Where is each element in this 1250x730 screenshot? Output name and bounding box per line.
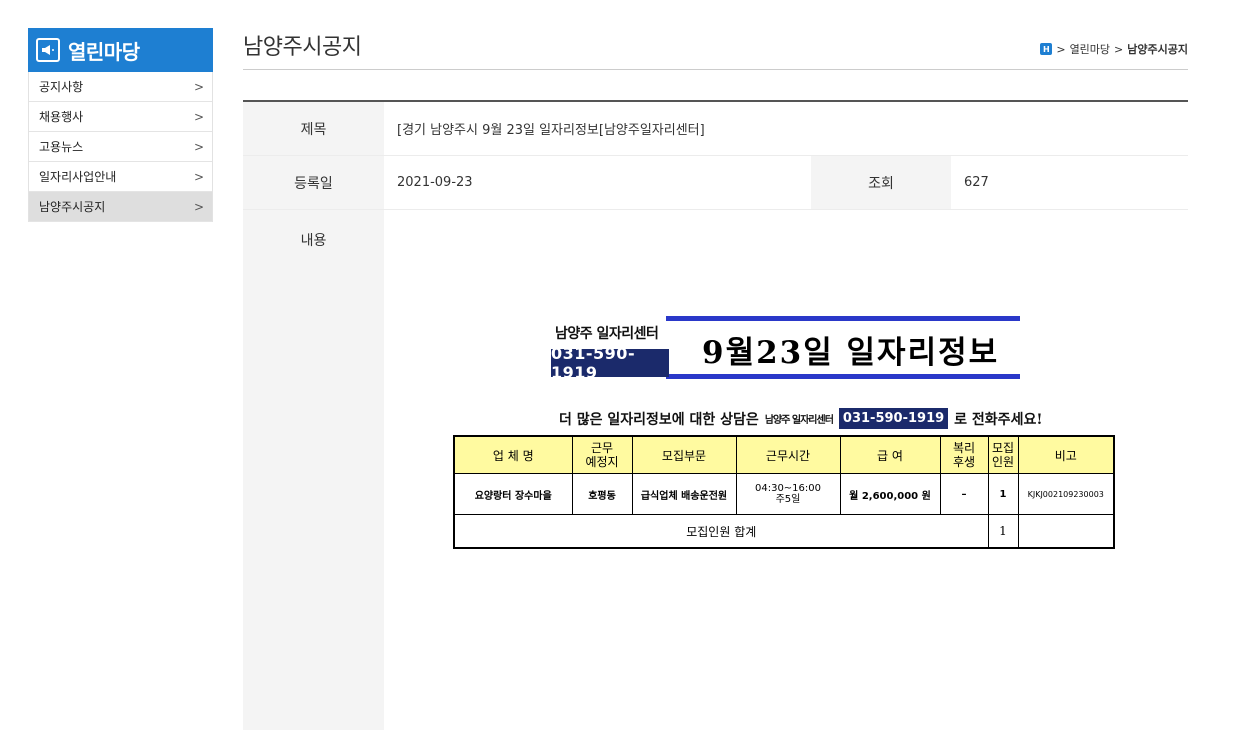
content-row: 내용 남양주 일자리센터 031-590-1919 9월23일 일자리정보 더 … xyxy=(243,210,1188,730)
table-cell: 호평동 xyxy=(571,473,633,515)
table-cell: – xyxy=(939,473,989,515)
sidebar-title: 열린마당 xyxy=(68,39,140,64)
sidebar-item-job-programs[interactable]: 일자리사업안내 > xyxy=(29,162,212,192)
content-label: 내용 xyxy=(243,210,384,730)
views-label: 조회 xyxy=(811,156,951,209)
table-cell xyxy=(1017,514,1115,549)
content-body: 남양주 일자리센터 031-590-1919 9월23일 일자리정보 더 많은 … xyxy=(384,210,1188,730)
table-cell: 1 xyxy=(987,473,1019,515)
poster-title: 9월23일 일자리정보 xyxy=(702,335,1000,371)
col-header: 비고 xyxy=(1017,435,1115,474)
subject-value: [경기 남양주시 9월 23일 일자리정보[남양주일자리센터] xyxy=(397,123,705,138)
poster-org: 남양주 일자리센터 xyxy=(555,326,659,342)
sidebar-item-notice[interactable]: 공지사항 > xyxy=(29,72,212,102)
chevron-right-icon: > xyxy=(193,169,204,184)
breadcrumb: H > 열린마당 > 남양주시공지 xyxy=(1040,41,1188,57)
col-header: 복리 후생 xyxy=(939,435,989,474)
table-total-row: 모집인원 합계 1 xyxy=(453,514,1115,549)
sidebar-item-label: 공지사항 xyxy=(39,80,84,94)
col-header: 모집 인원 xyxy=(987,435,1019,474)
table-header-row: 업 체 명 근무 예정지 모집부문 근무시간 급 여 복리 후생 모집 인원 비… xyxy=(453,435,1115,474)
col-header: 업 체 명 xyxy=(453,435,573,474)
poster-bottom-line xyxy=(666,374,1020,379)
job-poster-image: 남양주 일자리센터 031-590-1919 9월23일 일자리정보 더 많은 … xyxy=(384,210,1188,670)
total-label: 모집인원 합계 xyxy=(453,514,989,549)
sidebar-header: 열린마당 xyxy=(28,28,213,72)
divider xyxy=(243,69,1188,70)
jobs-table: 업 체 명 근무 예정지 모집부문 근무시간 급 여 복리 후생 모집 인원 비… xyxy=(453,435,1115,549)
sidebar-item-namyangju-notice[interactable]: 남양주시공지 > xyxy=(29,192,212,222)
chevron-right-icon: > xyxy=(193,109,204,124)
table-cell: 04:30~16:00 주5일 xyxy=(735,473,841,515)
breadcrumb-item[interactable]: 열린마당 xyxy=(1070,41,1110,57)
sidebar-item-label: 일자리사업안내 xyxy=(39,170,117,184)
poster-phone: 031-590-1919 xyxy=(551,344,669,382)
views-value: 627 xyxy=(964,175,989,190)
sidebar-item-label: 남양주시공지 xyxy=(39,200,106,214)
date-value: 2021-09-23 xyxy=(397,175,473,190)
subject-label: 제목 xyxy=(243,102,384,155)
home-icon[interactable]: H xyxy=(1040,43,1053,55)
table-row: 요양랑터 장수마을 호평동 급식업체 배송운전원 04:30~16:00 주5일… xyxy=(453,473,1115,515)
poster-cta: 더 많은 일자리정보에 대한 상담은 남양주 일자리센터 031-590-191… xyxy=(559,408,1042,429)
meta-row: 등록일 2021-09-23 조회 627 xyxy=(243,156,1188,210)
megaphone-icon xyxy=(36,38,60,62)
subject-row: 제목 [경기 남양주시 9월 23일 일자리정보[남양주일자리센터] xyxy=(243,102,1188,156)
table-cell: 요양랑터 장수마을 xyxy=(453,473,573,515)
breadcrumb-separator-icon: > xyxy=(1056,42,1066,56)
cta-suffix: 로 전화주세요! xyxy=(954,411,1043,428)
poster-top-line xyxy=(666,316,1020,321)
col-header: 근무시간 xyxy=(735,435,841,474)
page-title: 남양주시공지 xyxy=(243,35,362,60)
chevron-right-icon: > xyxy=(193,199,204,214)
breadcrumb-separator-icon: > xyxy=(1114,42,1124,56)
sidebar-item-employment-news[interactable]: 고용뉴스 > xyxy=(29,132,212,162)
sidebar-item-recruit-events[interactable]: 채용행사 > xyxy=(29,102,212,132)
breadcrumb-current: 남양주시공지 xyxy=(1127,43,1188,56)
chevron-right-icon: > xyxy=(193,139,204,154)
chevron-right-icon: > xyxy=(193,79,204,94)
table-cell: 월 2,600,000 원 xyxy=(839,473,941,515)
date-label: 등록일 xyxy=(243,156,384,209)
col-header: 근무 예정지 xyxy=(571,435,633,474)
sidebar-item-label: 고용뉴스 xyxy=(39,140,84,154)
post-detail: 제목 [경기 남양주시 9월 23일 일자리정보[남양주일자리센터] 등록일 2… xyxy=(243,100,1188,730)
col-header: 급 여 xyxy=(839,435,941,474)
cta-prefix: 더 많은 일자리정보에 대한 상담은 xyxy=(559,411,759,428)
cta-phone: 031-590-1919 xyxy=(838,408,949,429)
col-header: 모집부문 xyxy=(631,435,737,474)
table-cell: 급식업체 배송운전원 xyxy=(631,473,737,515)
sidebar-item-label: 채용행사 xyxy=(39,110,84,124)
cta-org: 남양주 일자리센터 xyxy=(764,415,834,426)
total-value: 1 xyxy=(987,514,1019,549)
sidebar-menu: 공지사항 > 채용행사 > 고용뉴스 > 일자리사업안내 > 남양주시공지 > xyxy=(28,72,213,222)
table-cell: KJKJ002109230003 xyxy=(1017,473,1115,515)
sidebar: 열린마당 공지사항 > 채용행사 > 고용뉴스 > 일자리사업안내 > 남양주시… xyxy=(28,28,213,222)
